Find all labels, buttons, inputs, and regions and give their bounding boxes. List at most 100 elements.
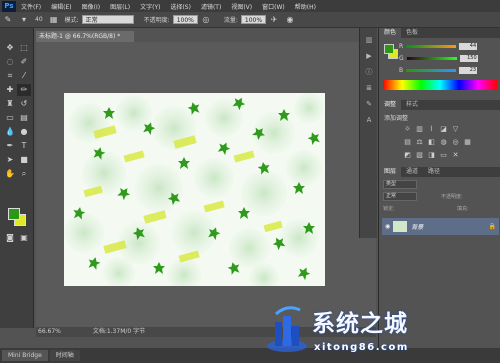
- color-panel-tabs: 颜色 色板: [379, 28, 500, 38]
- blue-slider[interactable]: [406, 69, 457, 72]
- blue-slider-row: B 23: [399, 66, 499, 75]
- red-slider[interactable]: [406, 45, 457, 48]
- type-tool-icon[interactable]: T: [17, 140, 31, 152]
- move-tool-icon[interactable]: ✥: [3, 42, 17, 54]
- menu-filter[interactable]: 滤镜(T): [196, 2, 226, 11]
- tab-mini-bridge[interactable]: Mini Bridge: [2, 350, 48, 361]
- menu-type[interactable]: 文字(Y): [135, 2, 165, 11]
- hand-tool-icon[interactable]: ✋: [3, 168, 17, 180]
- tab-styles[interactable]: 样式: [401, 100, 423, 110]
- tab-color[interactable]: 颜色: [379, 28, 402, 38]
- brightness-icon[interactable]: ☼: [403, 125, 412, 133]
- actions-panel-icon[interactable]: ▶: [362, 50, 376, 62]
- brush-panel-icon[interactable]: ✎: [362, 98, 376, 110]
- tab-adjustments[interactable]: 调整: [379, 100, 402, 110]
- marquee-tool-icon[interactable]: ⬚: [17, 42, 31, 54]
- quick-mask-icon[interactable]: ◙: [3, 232, 17, 244]
- history-brush-tool-icon[interactable]: ↺: [17, 98, 31, 110]
- menu-image[interactable]: 图像(I): [77, 2, 105, 11]
- pressure-size-icon[interactable]: ◉: [285, 15, 295, 25]
- shape-tool-icon[interactable]: ■: [17, 154, 31, 166]
- document-size: 文档:1.37M/0 字节: [92, 328, 146, 335]
- screen-mode-icon[interactable]: ▣: [17, 232, 31, 244]
- brush-tool-icon[interactable]: ✎: [3, 15, 13, 25]
- channel-mixer-icon[interactable]: ◎: [451, 138, 460, 146]
- green-slider-row: G 150: [399, 54, 499, 63]
- green-value[interactable]: 150: [459, 55, 478, 62]
- watermark-logo-icon: [267, 306, 307, 352]
- hue-saturation-icon[interactable]: ▤: [403, 138, 412, 146]
- flow-input[interactable]: 100%: [240, 15, 267, 24]
- tab-layers[interactable]: 图层: [379, 167, 402, 177]
- gradient-tool-icon[interactable]: ▤: [17, 112, 31, 124]
- layer-row-background[interactable]: ◉ 背景 🔒: [382, 218, 499, 235]
- color-panel-foreground[interactable]: [384, 44, 394, 54]
- selective-color-icon[interactable]: ✕: [451, 151, 460, 159]
- eraser-tool-icon[interactable]: ▭: [3, 112, 17, 124]
- opacity-label: 不透明度:: [143, 17, 170, 24]
- color-lookup-icon[interactable]: ▦: [463, 138, 472, 146]
- document-tab[interactable]: 未标题-1 @ 66.7%(RGB/8) *: [36, 31, 134, 42]
- foreground-color-swatch[interactable]: [8, 208, 20, 220]
- pen-tool-icon[interactable]: ✒: [3, 140, 17, 152]
- blend-mode-select[interactable]: 正常: [383, 192, 417, 201]
- menu-bar: Ps 文件(F) 编辑(E) 图像(I) 图层(L) 文字(Y) 选择(S) 滤…: [0, 0, 500, 12]
- blur-tool-icon[interactable]: 💧: [3, 126, 17, 138]
- brush-tool-icon-active[interactable]: ✏: [17, 84, 31, 96]
- eyedropper-tool-icon[interactable]: ⁄: [17, 70, 31, 82]
- path-select-tool-icon[interactable]: ➤: [3, 154, 17, 166]
- info-panel-icon[interactable]: ⓘ: [362, 66, 376, 78]
- tab-swatches[interactable]: 色板: [401, 28, 423, 38]
- black-white-icon[interactable]: ◧: [427, 138, 436, 146]
- color-spectrum-bar[interactable]: [383, 80, 497, 90]
- curves-icon[interactable]: ⌇: [427, 125, 436, 133]
- properties-panel-icon[interactable]: ≣: [362, 82, 376, 94]
- levels-icon[interactable]: ▥: [415, 125, 424, 133]
- red-value[interactable]: 44: [459, 43, 478, 50]
- vibrance-icon[interactable]: ▽: [451, 125, 460, 133]
- layer-filter-select[interactable]: 类型: [383, 180, 417, 189]
- character-panel-icon[interactable]: A: [362, 114, 376, 126]
- lasso-tool-icon[interactable]: ◌: [3, 56, 17, 68]
- menu-layer[interactable]: 图层(L): [105, 2, 135, 11]
- flow-label: 流量:: [223, 17, 238, 24]
- menu-edit[interactable]: 编辑(E): [46, 2, 76, 11]
- menu-window[interactable]: 窗口(W): [257, 2, 290, 11]
- zoom-tool-icon[interactable]: ⌕: [17, 168, 31, 180]
- posterize-icon[interactable]: ▧: [415, 151, 424, 159]
- dodge-tool-icon[interactable]: ●: [17, 126, 31, 138]
- lock-label: 锁定:: [383, 206, 395, 212]
- brush-panel-toggle-icon[interactable]: ▦: [49, 15, 59, 25]
- threshold-icon[interactable]: ◨: [427, 151, 436, 159]
- brush-preset-picker[interactable]: ▾: [19, 15, 29, 25]
- tab-channels[interactable]: 通道: [401, 167, 423, 177]
- invert-icon[interactable]: ◩: [403, 151, 412, 159]
- tab-paths[interactable]: 路径: [423, 167, 445, 177]
- history-panel-icon[interactable]: ▥: [362, 34, 376, 46]
- photo-filter-icon[interactable]: ◍: [439, 138, 448, 146]
- exposure-icon[interactable]: ◪: [439, 125, 448, 133]
- green-slider[interactable]: [406, 57, 457, 60]
- airbrush-icon[interactable]: ✈: [269, 15, 279, 25]
- mode-select[interactable]: 正常: [81, 15, 134, 24]
- menu-select[interactable]: 选择(S): [165, 2, 196, 11]
- red-label: R: [399, 43, 404, 50]
- crop-tool-icon[interactable]: ⌗: [3, 70, 17, 82]
- brush-size-value[interactable]: 40: [35, 16, 43, 23]
- zoom-level[interactable]: 66.67%: [38, 328, 61, 335]
- menu-help[interactable]: 帮助(H): [290, 2, 321, 11]
- menu-file[interactable]: 文件(F): [16, 2, 46, 11]
- layer-name[interactable]: 背景: [411, 222, 423, 231]
- color-balance-icon[interactable]: ⚖: [415, 138, 424, 146]
- opacity-input[interactable]: 100%: [172, 15, 198, 24]
- clone-stamp-tool-icon[interactable]: ♜: [3, 98, 17, 110]
- tab-timeline[interactable]: 时间轴: [49, 350, 80, 361]
- menu-view[interactable]: 视图(V): [226, 2, 257, 11]
- quick-select-tool-icon[interactable]: ✐: [17, 56, 31, 68]
- canvas-image[interactable]: [64, 93, 325, 286]
- blue-value[interactable]: 23: [459, 67, 478, 74]
- pressure-opacity-icon[interactable]: ◎: [201, 15, 211, 25]
- visibility-eye-icon[interactable]: ◉: [385, 223, 390, 230]
- gradient-map-icon[interactable]: ▭: [439, 151, 448, 159]
- healing-brush-tool-icon[interactable]: ✚: [3, 84, 17, 96]
